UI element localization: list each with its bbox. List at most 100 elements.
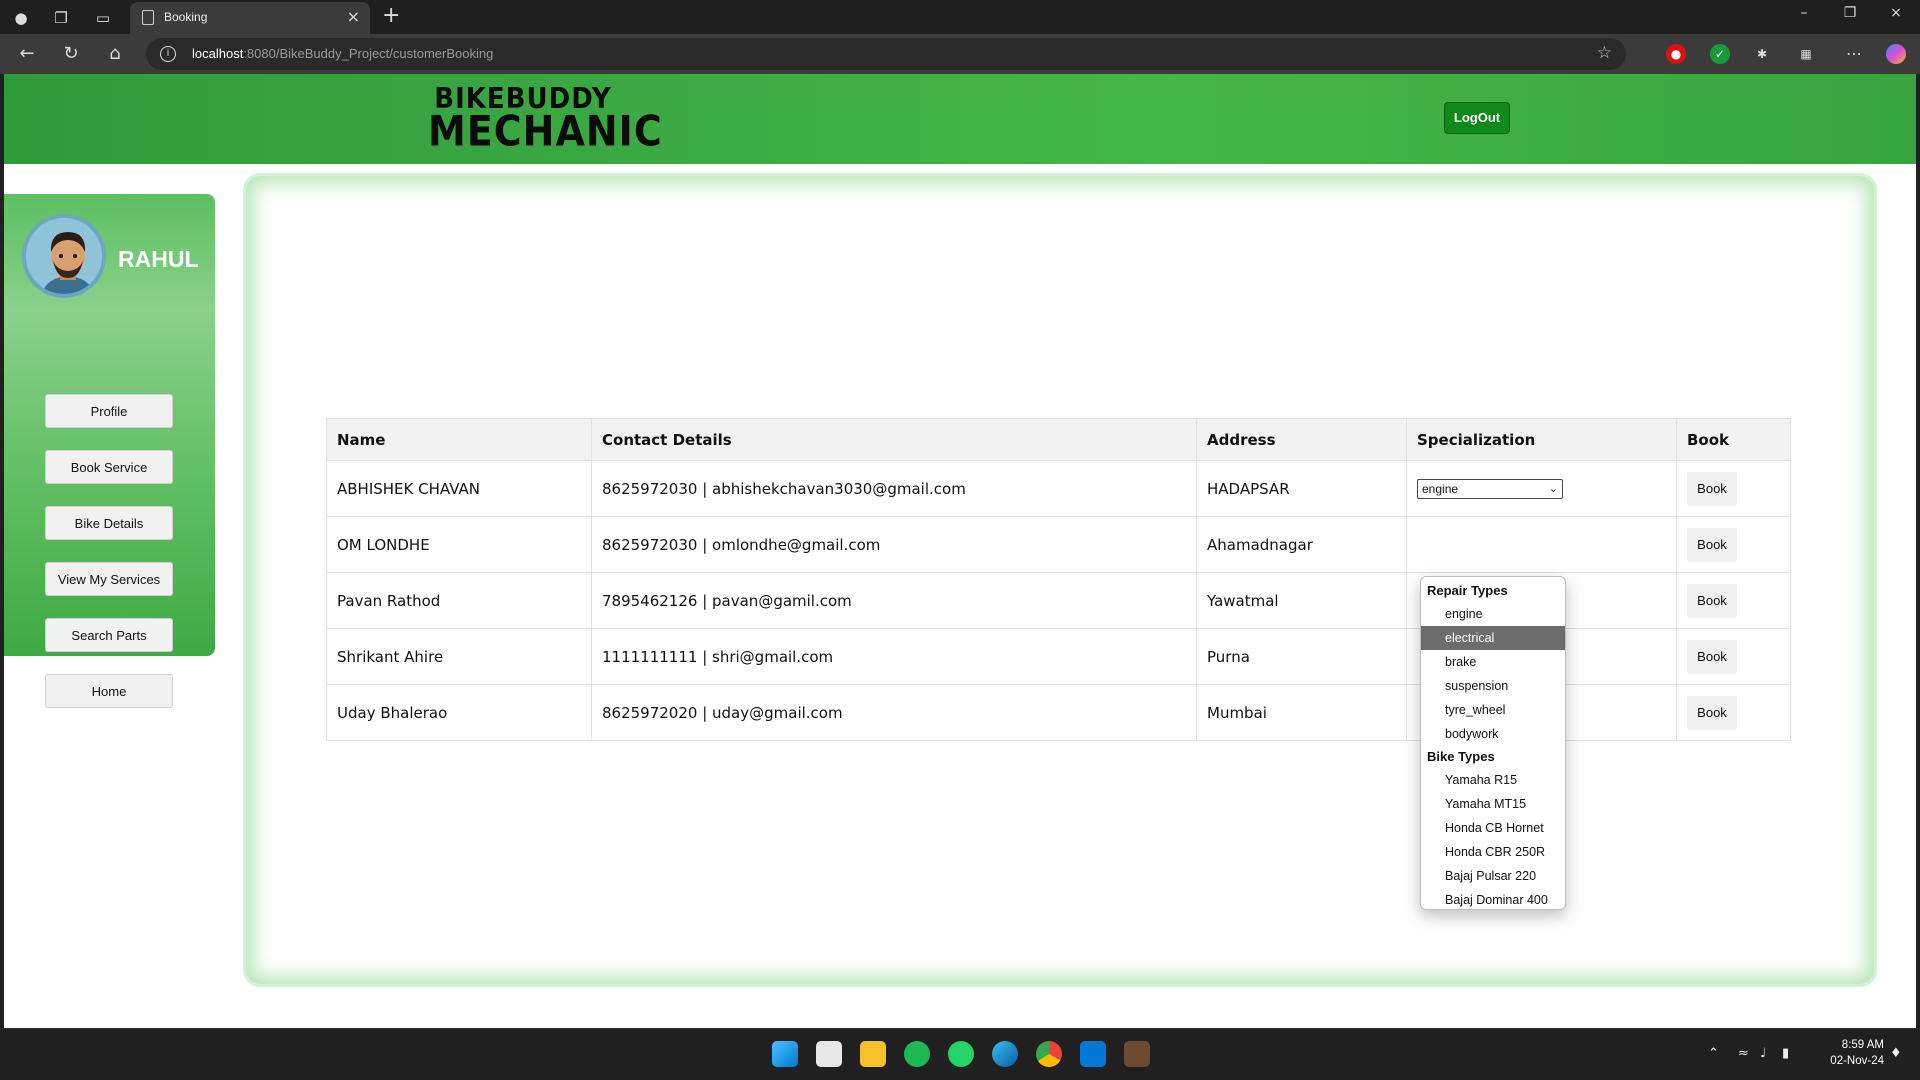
dropdown-option[interactable]: Bajaj Dominar 400 [1421, 888, 1565, 912]
cell-address: Ahamadnagar [1196, 516, 1407, 573]
cell-contact: 1111111111 | shri@gmail.com [591, 628, 1197, 685]
logo-line-2: MECHANIC [428, 106, 663, 156]
header-name: Name [326, 418, 592, 461]
header-book: Book [1676, 418, 1791, 461]
user-avatar [22, 214, 106, 298]
volume-icon[interactable]: ♩ [1760, 1046, 1766, 1061]
cell-contact: 7895462126 | pavan@gamil.com [591, 572, 1197, 629]
extension-gear-icon[interactable]: ✱ [1752, 44, 1772, 64]
minimize-icon[interactable]: – [1784, 5, 1824, 21]
table-header-row: Name Contact Details Address Specializat… [326, 418, 1791, 461]
windows-taskbar: ⌃ ≈ ♩ ▮ 8:59 AM 02-Nov-24 ♦ [0, 1028, 1920, 1080]
dropdown-option[interactable]: brake [1421, 650, 1565, 674]
reload-icon[interactable]: ↻ [58, 42, 84, 66]
dropdown-option[interactable]: engine [1421, 602, 1565, 626]
table-row: ABHISHEK CHAVAN 8625972030 | abhishekcha… [326, 460, 1791, 517]
more-menu-icon[interactable]: ⋯ [1844, 44, 1864, 64]
chevron-up-icon[interactable]: ⌃ [1708, 1046, 1719, 1061]
logout-button[interactable]: LogOut [1444, 102, 1510, 134]
dropdown-option[interactable]: Honda CBR 250R [1421, 840, 1565, 864]
book-button[interactable]: Book [1687, 695, 1737, 730]
system-clock[interactable]: 8:59 AM 02-Nov-24 [1814, 1037, 1884, 1069]
dropdown-option[interactable]: Yamaha R15 [1421, 768, 1565, 792]
vscode-icon[interactable] [1080, 1041, 1106, 1067]
dropdown-option[interactable]: bodywork [1421, 722, 1565, 746]
search-parts-button[interactable]: Search Parts [45, 618, 173, 652]
bike-details-button[interactable]: Bike Details [45, 506, 173, 540]
page-icon [142, 10, 154, 25]
close-tab-icon[interactable]: × [347, 7, 360, 26]
book-button[interactable]: Book [1687, 471, 1737, 506]
specialization-dropdown-list: Repair Types engine electrical brake sus… [1420, 576, 1566, 910]
clock-date: 02-Nov-24 [1830, 1055, 1884, 1067]
book-button[interactable]: Book [1687, 527, 1737, 562]
dropdown-option[interactable]: tyre_wheel [1421, 698, 1565, 722]
mechanics-table: Name Contact Details Address Specializat… [326, 418, 1791, 741]
home-button[interactable]: Home [45, 674, 173, 708]
wifi-icon[interactable]: ≈ [1738, 1046, 1749, 1061]
back-icon[interactable]: ← [14, 42, 40, 66]
cell-specialization: engine ⌄ [1406, 460, 1677, 517]
url-path: :8080/BikeBuddy_Project/customerBooking [243, 46, 494, 61]
user-name: RAHUL [118, 246, 199, 272]
table-row: OM LONDHE 8625972030 | omlondhe@gmail.co… [326, 516, 1791, 573]
edge-icon[interactable] [992, 1041, 1018, 1067]
header-address: Address [1196, 418, 1407, 461]
extensions-puzzle-icon[interactable]: ▦ [1796, 44, 1816, 64]
favorite-star-icon[interactable]: ☆ [1597, 43, 1612, 63]
sidebar: RAHUL Profile Book Service Bike Details … [4, 194, 215, 708]
home-icon[interactable]: ⌂ [102, 42, 128, 66]
site-info-icon[interactable]: i [160, 46, 176, 62]
book-service-button[interactable]: Book Service [45, 450, 173, 484]
page-viewport: BIKEBUDDY MECHANIC LogOut RAHUL Profile … [4, 74, 1916, 1028]
header-contact: Contact Details [591, 418, 1197, 461]
chrome-icon[interactable] [1036, 1041, 1062, 1067]
battery-icon[interactable]: ▮ [1782, 1046, 1789, 1061]
cell-specialization [1406, 516, 1677, 573]
dropdown-option[interactable]: Bajaj Pulsar 220 [1421, 864, 1565, 888]
cell-name: OM LONDHE [326, 516, 592, 573]
notification-bell-icon[interactable]: ♦ [1890, 1046, 1902, 1061]
file-explorer-icon[interactable] [860, 1041, 886, 1067]
new-tab-icon[interactable]: + [382, 3, 400, 28]
profile-avatar-icon[interactable]: ● [10, 7, 32, 29]
dropdown-option[interactable]: Honda CB Hornet [1421, 816, 1565, 840]
copilot-icon[interactable] [1886, 44, 1906, 64]
extension-shield-icon[interactable]: ✓ [1710, 44, 1730, 64]
browser-title-bar: ● ❐ ▭ Booking × + – ❐ × [0, 0, 1920, 34]
workspaces-icon[interactable]: ❐ [50, 7, 72, 29]
table-row: Shrikant Ahire 1111111111 | shri@gmail.c… [326, 628, 1791, 685]
profile-button[interactable]: Profile [45, 394, 173, 428]
specialization-select[interactable]: engine ⌄ [1417, 478, 1563, 499]
close-window-icon[interactable]: × [1876, 5, 1916, 21]
header-specialization: Specialization [1406, 418, 1677, 461]
start-icon[interactable] [772, 1041, 798, 1067]
restore-icon[interactable]: ❐ [1830, 5, 1870, 21]
cell-book: Book [1676, 516, 1791, 573]
spotify-icon[interactable] [904, 1041, 930, 1067]
clock-time: 8:59 AM [1841, 1039, 1884, 1051]
address-bar[interactable]: i localhost:8080/BikeBuddy_Project/custo… [146, 38, 1626, 70]
browser-tab-booking[interactable]: Booking × [130, 2, 370, 34]
cell-name: ABHISHEK CHAVAN [326, 460, 592, 517]
view-my-services-button[interactable]: View My Services [45, 562, 173, 596]
dropdown-option-highlighted[interactable]: electrical [1421, 626, 1565, 650]
avatar-illustration-icon [26, 218, 102, 294]
bikebuddy-logo: BIKEBUDDY MECHANIC [428, 85, 663, 156]
extension-red-icon[interactable]: ● [1666, 44, 1686, 64]
browser-toolbar: ← ↻ ⌂ i localhost:8080/BikeBuddy_Project… [0, 34, 1920, 74]
dropdown-option[interactable]: suspension [1421, 674, 1565, 698]
cell-book: Book [1676, 572, 1791, 629]
site-header: BIKEBUDDY MECHANIC LogOut [4, 74, 1916, 164]
dropdown-option[interactable]: Yamaha MT15 [1421, 792, 1565, 816]
store-icon[interactable] [816, 1041, 842, 1067]
cell-book: Book [1676, 628, 1791, 685]
cell-address: Purna [1196, 628, 1407, 685]
book-button[interactable]: Book [1687, 639, 1737, 674]
cell-name: Uday Bhalerao [326, 684, 592, 741]
app-icon[interactable] [1124, 1041, 1150, 1067]
whatsapp-icon[interactable] [948, 1041, 974, 1067]
cell-contact: 8625972030 | abhishekchavan3030@gmail.co… [591, 460, 1197, 517]
tab-actions-icon[interactable]: ▭ [92, 7, 114, 29]
book-button[interactable]: Book [1687, 583, 1737, 618]
